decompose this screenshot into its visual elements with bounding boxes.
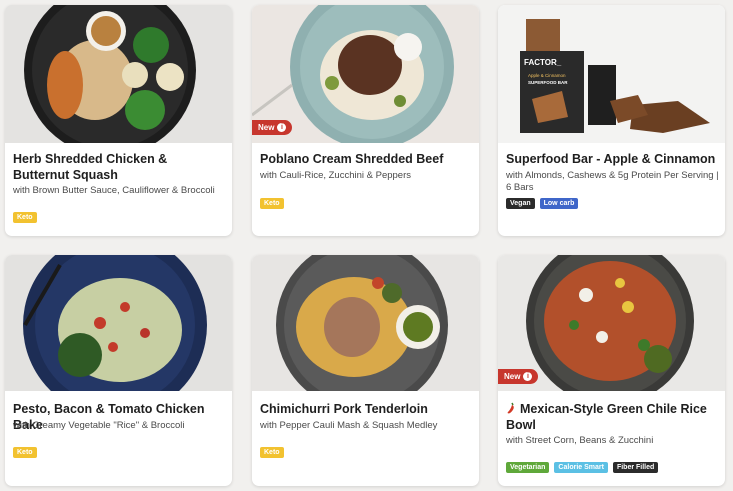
package-flavor: Apple & Cinnamon bbox=[528, 73, 566, 78]
meal-subtitle: with Creamy Vegetable "Rice" & Broccoli bbox=[13, 420, 185, 431]
meal-subtitle: with Pepper Cauli Mash & Squash Medley bbox=[260, 420, 438, 431]
meal-image[interactable] bbox=[5, 5, 232, 143]
tag-keto: Keto bbox=[260, 198, 284, 209]
meal-card[interactable]: FACTOR_ Apple & Cinnamon SUPERFOOD BAR S… bbox=[498, 5, 725, 236]
tag-fiber-filled: Fiber Filled bbox=[612, 462, 659, 473]
package-product: SUPERFOOD BAR bbox=[528, 80, 568, 85]
meal-title[interactable]: Poblano Cream Shredded Beef bbox=[260, 151, 473, 167]
meal-card[interactable]: New i Poblano Cream Shredded Beef with C… bbox=[252, 5, 479, 236]
tag-vegetarian: Vegetarian bbox=[506, 462, 550, 473]
meal-card[interactable]: Chimichurri Pork Tenderloin with Pepper … bbox=[252, 255, 479, 486]
new-badge[interactable]: New i bbox=[252, 120, 293, 135]
new-badge-label: New bbox=[258, 123, 275, 132]
diet-tags: Keto bbox=[13, 447, 37, 458]
meal-image[interactable] bbox=[5, 255, 232, 391]
meal-subtitle: with Street Corn, Beans & Zucchini bbox=[506, 435, 654, 446]
meal-subtitle: with Cauli-Rice, Zucchini & Peppers bbox=[260, 170, 412, 181]
meal-title[interactable]: Superfood Bar - Apple & Cinnamon bbox=[506, 151, 719, 167]
new-badge[interactable]: New i bbox=[498, 369, 539, 384]
meal-title[interactable]: Chimichurri Pork Tenderloin bbox=[260, 401, 473, 417]
tag-vegan: Vegan bbox=[506, 198, 535, 209]
meal-title[interactable]: Mexican-Style Green Chile Rice Bowl bbox=[506, 401, 719, 433]
tag-keto: Keto bbox=[13, 212, 37, 223]
diet-tags: Keto bbox=[260, 447, 284, 458]
diet-tags: Vegetarian Calorie Smart Fiber Filled bbox=[506, 462, 659, 473]
diet-tags: Vegan Low carb bbox=[506, 198, 579, 209]
info-icon[interactable]: i bbox=[523, 372, 533, 381]
meal-image[interactable]: FACTOR_ Apple & Cinnamon SUPERFOOD BAR bbox=[498, 5, 725, 143]
tag-calorie-smart: Calorie Smart bbox=[554, 462, 608, 473]
new-badge-label: New bbox=[504, 372, 521, 381]
chili-pepper-icon bbox=[506, 402, 516, 414]
meal-card[interactable]: Pesto, Bacon & Tomato Chicken Bake with … bbox=[5, 255, 232, 486]
tag-low-carb: Low carb bbox=[539, 198, 579, 209]
package-brand: FACTOR_ bbox=[524, 58, 562, 67]
meal-card[interactable]: New i Mexican-Style Green Chile Rice Bow… bbox=[498, 255, 725, 486]
meal-title[interactable]: Herb Shredded Chicken & Butternut Squash bbox=[13, 151, 226, 183]
meal-subtitle: with Brown Butter Sauce, Cauliflower & B… bbox=[13, 185, 215, 196]
meal-card[interactable]: Herb Shredded Chicken & Butternut Squash… bbox=[5, 5, 232, 236]
tag-keto: Keto bbox=[260, 447, 284, 458]
info-icon[interactable]: i bbox=[277, 123, 287, 132]
diet-tags: Keto bbox=[260, 198, 284, 209]
meal-title-text: Mexican-Style Green Chile Rice Bowl bbox=[506, 402, 707, 432]
tag-keto: Keto bbox=[13, 447, 37, 458]
meal-image[interactable] bbox=[252, 255, 479, 391]
diet-tags: Keto bbox=[13, 212, 37, 223]
meal-subtitle: with Almonds, Cashews & 5g Protein Per S… bbox=[506, 170, 719, 193]
